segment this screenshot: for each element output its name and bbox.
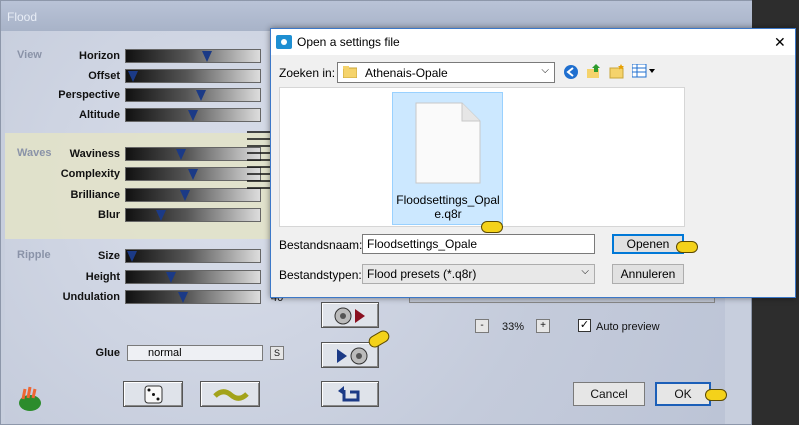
slider-thumb[interactable] <box>196 90 206 101</box>
load-preset-button[interactable] <box>321 302 379 328</box>
open-button[interactable]: Openen <box>612 234 684 254</box>
pointer-hand-icon <box>705 389 727 401</box>
back-icon[interactable] <box>563 64 579 80</box>
look-in-label: Zoeken in: <box>279 66 336 80</box>
slider-thumb[interactable] <box>178 292 188 303</box>
chevron-down-icon: ⌵ <box>581 266 589 277</box>
slider-thumb[interactable] <box>180 190 190 201</box>
dialog-titlebar: Open a settings file ✕ <box>271 29 795 55</box>
label-complexity: Complexity <box>60 168 120 180</box>
file-list-area: Floodsettings_Opale.q8r <box>279 87 685 227</box>
flood-titlebar: Flood <box>1 1 753 31</box>
label-brilliance: Brilliance <box>70 189 120 201</box>
slider-thumb[interactable] <box>128 71 138 82</box>
file-name: Floodsettings_Opale.q8r <box>396 193 500 221</box>
new-folder-icon[interactable] <box>609 63 625 79</box>
slider-thumb[interactable] <box>127 251 137 262</box>
folder-icon <box>343 66 357 78</box>
zoom-level: 33% <box>502 321 525 333</box>
slider-height[interactable] <box>125 270 261 284</box>
ok-button[interactable]: OK <box>655 382 711 406</box>
slider-thumb[interactable] <box>202 51 212 62</box>
auto-preview-checkbox[interactable]: ✓ <box>578 319 591 332</box>
slider-altitude[interactable] <box>125 108 261 122</box>
screen: Flood View Waves Ripple Horizon Offset P… <box>0 0 799 425</box>
app-logo-icon <box>19 386 41 411</box>
reset-button[interactable] <box>321 381 379 407</box>
filename-label: Bestandsnaam: <box>279 238 363 252</box>
filetype-select[interactable]: Flood presets (*.q8r) ⌵ <box>362 264 595 284</box>
flood-title: Flood <box>7 10 38 24</box>
close-icon[interactable]: ✕ <box>774 34 786 51</box>
label-size: Size <box>97 250 120 262</box>
label-glue: Glue <box>95 347 120 359</box>
wave-icon <box>213 389 249 401</box>
slider-thumb[interactable] <box>188 169 198 180</box>
view-menu-icon[interactable] <box>632 64 656 78</box>
look-in-value: Athenais-Opale <box>365 66 448 80</box>
wave-button[interactable] <box>200 381 260 407</box>
file-icon <box>415 102 481 184</box>
dice-icon <box>144 385 163 404</box>
slider-size[interactable] <box>125 249 261 263</box>
slider-brilliance[interactable] <box>125 188 261 202</box>
random-dice-button[interactable] <box>123 381 183 407</box>
chevron-down-icon: ⌵ <box>541 65 549 76</box>
slider-thumb[interactable] <box>156 210 166 221</box>
slider-complexity[interactable] <box>125 167 261 181</box>
label-undulation: Undulation <box>62 291 120 303</box>
dialog-app-icon <box>276 35 292 49</box>
dialog-title: Open a settings file <box>297 35 400 49</box>
label-offset: Offset <box>88 70 120 82</box>
zoom-out-button[interactable]: - <box>475 319 489 333</box>
label-altitude: Altitude <box>79 109 120 121</box>
slider-waviness[interactable] <box>125 147 261 161</box>
slider-offset[interactable] <box>125 69 261 83</box>
filename-input[interactable]: Floodsettings_Opale <box>362 234 595 254</box>
file-item-selected[interactable]: Floodsettings_Opale.q8r <box>392 92 503 225</box>
cancel-dialog-button[interactable]: Annuleren <box>612 264 684 284</box>
slider-blur[interactable] <box>125 208 261 222</box>
filetype-value: Flood presets (*.q8r) <box>367 267 477 281</box>
label-height: Height <box>85 271 120 283</box>
pointer-hand-icon <box>676 241 698 253</box>
load-preset-icon <box>334 307 365 325</box>
look-in-combo[interactable]: Athenais-Opale ⌵ <box>337 62 555 83</box>
slider-undulation[interactable] <box>125 290 261 304</box>
slider-thumb[interactable] <box>176 149 186 160</box>
label-perspective: Perspective <box>58 89 120 101</box>
glue-select[interactable]: normal <box>127 345 263 361</box>
label-blur: Blur <box>98 209 120 221</box>
slider-horizon[interactable] <box>125 49 261 63</box>
slider-perspective[interactable] <box>125 88 261 102</box>
up-folder-icon[interactable] <box>586 63 602 79</box>
label-horizon: Horizon <box>79 50 120 62</box>
label-waviness: Waviness <box>69 148 120 160</box>
undo-arrow-icon <box>338 386 360 402</box>
slider-thumb[interactable] <box>166 272 176 283</box>
slider-thumb[interactable] <box>188 110 198 121</box>
zoom-in-button[interactable]: + <box>536 319 550 333</box>
open-settings-dialog: Open a settings file ✕ Zoeken in: Athena… <box>270 28 796 298</box>
glue-s-button[interactable]: S <box>270 346 284 360</box>
pointer-hand-icon <box>481 221 503 233</box>
cancel-button[interactable]: Cancel <box>573 382 645 406</box>
auto-preview-label: Auto preview <box>596 321 660 333</box>
filetype-label: Bestandstypen: <box>279 268 362 282</box>
